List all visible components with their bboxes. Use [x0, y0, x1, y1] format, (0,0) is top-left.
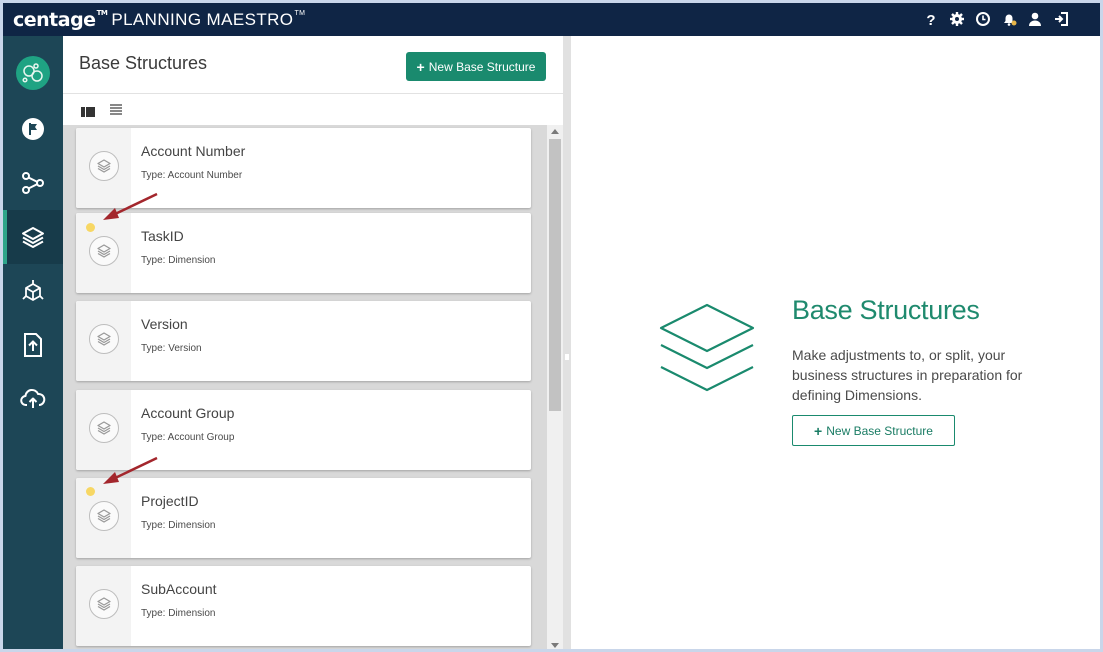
top-bar: centageTM PLANNING MAESTROTM ? [3, 3, 1100, 36]
layers-icon [89, 501, 119, 531]
new-base-structure-outline-button[interactable]: + New Base Structure [792, 415, 955, 446]
user-icon[interactable] [1026, 10, 1044, 28]
annotation-arrow-icon [103, 456, 158, 484]
nav-flag-icon[interactable] [3, 102, 63, 156]
card-type: Type: Dimension [141, 608, 216, 619]
tile-view-icon[interactable] [81, 104, 95, 117]
brand-logo[interactable]: centageTM [13, 9, 108, 31]
nav-layers-icon[interactable] [3, 210, 63, 264]
app-window: centageTM PLANNING MAESTROTM ? Base Stru… [0, 0, 1103, 652]
card-type: Type: Version [141, 343, 202, 354]
app-logo-icon[interactable] [16, 56, 50, 90]
new-base-structure-label: New Base Structure [428, 59, 536, 74]
base-structures-list-panel: Base Structures + New Base Structure Acc… [63, 36, 563, 649]
detail-description: Make adjustments to, or split, your busi… [792, 347, 1023, 403]
card-name: Version [141, 316, 188, 332]
left-nav [3, 36, 63, 649]
product-name: PLANNING MAESTROTM [111, 9, 306, 29]
detail-title: Base Structures [792, 295, 980, 325]
card-type: Type: Dimension [141, 520, 216, 531]
panel-title: Base Structures [79, 53, 208, 73]
card-name: Account Group [141, 405, 235, 421]
annotation-arrow-icon [103, 192, 158, 220]
indicator-dot [86, 223, 95, 232]
list-scrollbar[interactable] [547, 125, 563, 649]
card-name: TaskID [141, 228, 184, 244]
nav-file-upload-icon[interactable] [3, 318, 63, 372]
structure-card-subaccount[interactable]: SubAccount Type: Dimension [76, 566, 531, 646]
card-name: ProjectID [141, 493, 199, 509]
clock-icon[interactable] [974, 10, 992, 28]
layers-icon [89, 236, 119, 266]
svg-text:?: ? [926, 12, 935, 27]
header-actions: ? [922, 10, 1070, 28]
scroll-thumb[interactable] [549, 139, 561, 411]
notification-bell-icon[interactable] [1000, 10, 1018, 28]
layers-icon [89, 324, 119, 354]
scroll-down-icon[interactable] [551, 643, 559, 648]
divider [63, 93, 563, 94]
structure-card-projectid[interactable]: ProjectID Type: Dimension [76, 478, 531, 558]
structure-card-list: Account Number Type: Account Number Task… [63, 125, 548, 649]
layers-icon [89, 589, 119, 619]
plus-icon: + [814, 422, 823, 439]
list-view-icon[interactable] [109, 102, 123, 115]
scroll-up-icon[interactable] [551, 129, 559, 134]
card-type: Type: Account Group [141, 432, 235, 443]
base-structures-layers-icon [659, 303, 755, 392]
splitter-grip[interactable] [565, 354, 569, 360]
nav-cloud-upload-icon[interactable] [3, 372, 63, 426]
structure-card-taskid[interactable]: TaskID Type: Dimension [76, 213, 531, 293]
structure-card-version[interactable]: Version Type: Version [76, 301, 531, 381]
logout-icon[interactable] [1052, 10, 1070, 28]
card-name: Account Number [141, 143, 246, 159]
nav-connections-icon[interactable] [3, 156, 63, 210]
nav-model-cube-icon[interactable] [3, 264, 63, 318]
layers-icon [89, 413, 119, 443]
plus-icon: + [416, 58, 425, 75]
new-base-structure-label: New Base Structure [826, 423, 933, 438]
card-type: Type: Account Number [141, 170, 243, 181]
panel-splitter[interactable] [563, 36, 571, 649]
settings-icon[interactable] [948, 10, 966, 28]
help-icon[interactable]: ? [922, 10, 940, 28]
new-base-structure-button[interactable]: + New Base Structure [406, 52, 546, 81]
indicator-dot [86, 487, 95, 496]
card-name: SubAccount [141, 581, 217, 597]
layers-icon [89, 151, 119, 181]
detail-panel: Base Structures Make adjustments to, or … [571, 36, 1100, 649]
card-type: Type: Dimension [141, 255, 216, 266]
